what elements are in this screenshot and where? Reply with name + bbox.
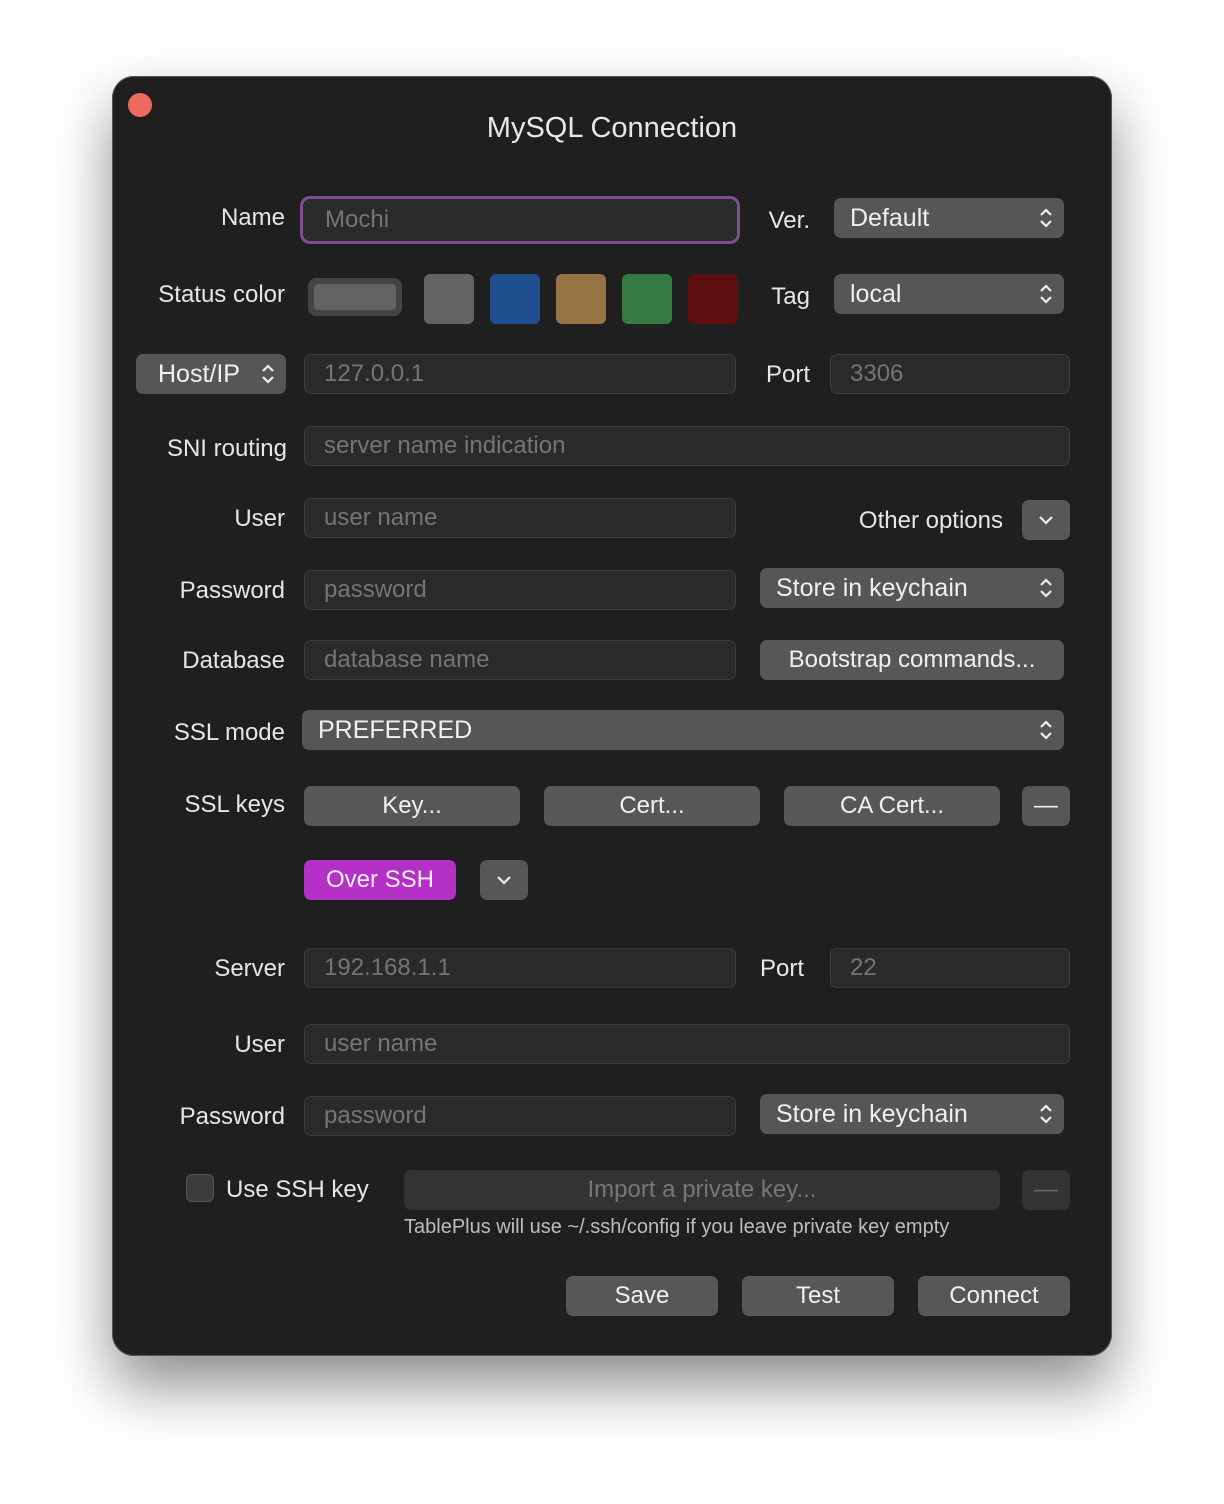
swatch-green[interactable] (622, 274, 672, 324)
swatch-gray[interactable] (424, 274, 474, 324)
ssl-ca-cert-button[interactable]: CA Cert... (784, 786, 1000, 826)
database-label: Database (182, 647, 285, 674)
up-down-chevron-icon (262, 364, 274, 384)
ssh-server-label: Server (214, 955, 285, 982)
ssh-port-input[interactable] (830, 948, 1070, 988)
chevron-down-icon (1039, 516, 1053, 525)
ssh-key-remove-button[interactable]: — (1022, 1170, 1070, 1210)
up-down-chevron-icon (1040, 208, 1052, 228)
up-down-chevron-icon (1040, 284, 1052, 304)
save-button[interactable]: Save (566, 1276, 718, 1316)
ssh-options-button[interactable] (480, 860, 528, 900)
color-well[interactable] (308, 278, 402, 316)
password-storage-select[interactable]: Store in keychain (760, 568, 1064, 608)
ssl-mode-value: PREFERRED (318, 716, 473, 744)
other-options-label: Other options (858, 507, 1003, 534)
host-type-select[interactable]: Host/IP (136, 354, 286, 394)
ssh-server-input[interactable] (304, 948, 736, 988)
import-private-key-button[interactable]: Import a private key... (404, 1170, 1000, 1210)
password-label: Password (179, 577, 285, 604)
tag-label: Tag (771, 283, 810, 310)
use-ssh-key-checkbox[interactable] (186, 1174, 214, 1202)
up-down-chevron-icon (1040, 720, 1052, 740)
host-type-value: Host/IP (158, 360, 240, 388)
ssh-user-input[interactable] (304, 1024, 1070, 1064)
user-input[interactable] (304, 498, 736, 538)
swatch-brown[interactable] (556, 274, 606, 324)
ssh-key-hint: TablePlus will use ~/.ssh/config if you … (404, 1216, 950, 1238)
database-input[interactable] (304, 640, 736, 680)
sni-input[interactable] (304, 426, 1070, 466)
ssh-password-input[interactable] (304, 1096, 736, 1136)
ssh-password-label: Password (179, 1103, 285, 1130)
connection-window: MySQL Connection Name Ver. Default Statu… (112, 76, 1112, 1356)
port-label: Port (765, 361, 810, 388)
version-value: Default (850, 204, 930, 232)
name-input[interactable] (300, 196, 740, 244)
connect-button[interactable]: Connect (918, 1276, 1070, 1316)
color-well-fill (314, 284, 396, 310)
ssh-password-storage-select[interactable]: Store in keychain (760, 1094, 1064, 1134)
chevron-down-icon (497, 876, 511, 885)
ssh-password-storage-value: Store in keychain (776, 1100, 968, 1128)
status-color-label: Status color (158, 281, 285, 308)
swatch-blue[interactable] (490, 274, 540, 324)
password-input[interactable] (304, 570, 736, 610)
ssl-keys-label: SSL keys (184, 791, 286, 818)
sni-label: SNI routing (166, 435, 287, 462)
ssl-key-button[interactable]: Key... (304, 786, 520, 826)
ssh-port-label: Port (759, 955, 804, 982)
tag-value: local (850, 280, 902, 308)
tag-select[interactable]: local (834, 274, 1064, 314)
ssh-user-label: User (234, 1031, 285, 1058)
up-down-chevron-icon (1040, 578, 1052, 598)
name-label: Name (220, 204, 285, 231)
swatch-red[interactable] (688, 274, 738, 324)
version-label: Ver. (768, 207, 810, 234)
ssl-mode-select[interactable]: PREFERRED (302, 710, 1064, 750)
port-input[interactable] (830, 354, 1070, 394)
user-label: User (234, 505, 285, 532)
ssl-keys-remove-button[interactable]: — (1022, 786, 1070, 826)
ssl-mode-label: SSL mode (173, 719, 285, 746)
password-storage-value: Store in keychain (776, 574, 968, 602)
version-select[interactable]: Default (834, 198, 1064, 238)
window-title: MySQL Connection (486, 112, 738, 144)
ssl-cert-button[interactable]: Cert... (544, 786, 760, 826)
test-button[interactable]: Test (742, 1276, 894, 1316)
use-ssh-key-label: Use SSH key (226, 1176, 369, 1203)
over-ssh-toggle[interactable]: Over SSH (304, 860, 456, 900)
host-input[interactable] (304, 354, 736, 394)
other-options-button[interactable] (1022, 500, 1070, 540)
bootstrap-commands-button[interactable]: Bootstrap commands... (760, 640, 1064, 680)
up-down-chevron-icon (1040, 1104, 1052, 1124)
